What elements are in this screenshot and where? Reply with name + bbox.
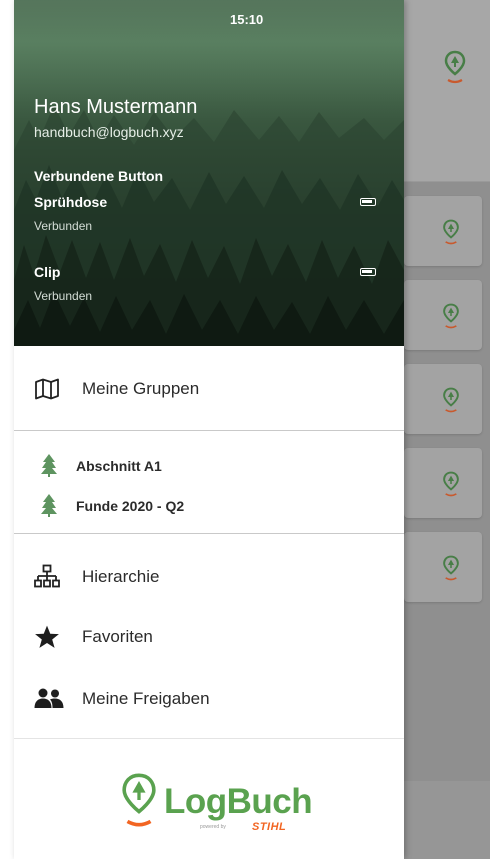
map-pin-icon (442, 555, 460, 586)
menu-item-label: Favoriten (82, 627, 153, 646)
backdrop-card (404, 196, 482, 266)
logo-powered-by: powered by (200, 824, 226, 830)
map-icon (34, 376, 60, 402)
device-status: Verbunden (34, 289, 93, 303)
drawer-header: 15:10 Hans Mustermann handbuch@logbuch.x… (14, 0, 404, 346)
menu-item-meine-freigaben[interactable]: Meine Freigaben (14, 678, 404, 722)
map-pin-icon (442, 303, 460, 334)
map-pin-logo-icon (120, 772, 158, 833)
backdrop-card (404, 532, 482, 602)
group-item-abschnitt-a1[interactable]: Abschnitt A1 (14, 448, 404, 482)
map-pin-icon (442, 387, 460, 418)
menu-item-meine-gruppen[interactable]: Meine Gruppen (14, 364, 404, 414)
connected-buttons-title: Verbundene Button (34, 168, 164, 184)
navigation-drawer: 15:10 Hans Mustermann handbuch@logbuch.x… (14, 0, 404, 859)
device-name[interactable]: Sprühdose (34, 194, 107, 210)
logbuch-logo: LogBuch powered by STIHL (14, 770, 404, 840)
group-item-funde-2020-q2[interactable]: Funde 2020 - Q2 (14, 488, 404, 522)
group-item-label: Funde 2020 - Q2 (76, 498, 185, 514)
device-status: Verbunden (34, 219, 93, 233)
menu-item-label: Meine Freigaben (82, 689, 210, 708)
device-name[interactable]: Clip (34, 264, 60, 280)
backdrop-bottom-bar (404, 781, 490, 859)
tree-icon (36, 452, 62, 478)
backdrop-card (404, 280, 482, 350)
user-email: handbuch@logbuch.xyz (34, 124, 184, 140)
logo-text: LogBuch (164, 782, 313, 821)
star-icon (34, 624, 60, 650)
group-item-label: Abschnitt A1 (76, 458, 162, 474)
divider (14, 533, 404, 534)
menu-item-label: Hierarchie (82, 567, 160, 586)
frame-margin-left (0, 0, 14, 859)
menu-item-favoriten[interactable]: Favoriten (14, 616, 404, 660)
user-name: Hans Mustermann (34, 96, 198, 118)
map-pin-icon (442, 219, 460, 250)
divider (14, 738, 404, 739)
backdrop-card (404, 448, 482, 518)
tree-icon (36, 492, 62, 518)
users-icon (34, 686, 64, 712)
stihl-brand-logo: STIHL (252, 821, 287, 833)
backdrop-overlay[interactable] (404, 0, 490, 859)
menu-item-hierarchie[interactable]: Hierarchie (14, 556, 404, 600)
battery-icon (360, 268, 376, 276)
battery-icon (360, 198, 376, 206)
hierarchy-icon (34, 564, 60, 590)
status-bar-time: 15:10 (230, 12, 264, 27)
map-pin-icon (442, 471, 460, 502)
backdrop-header (404, 0, 490, 182)
menu-item-label: Meine Gruppen (82, 379, 200, 398)
map-pin-icon (444, 50, 466, 89)
frame-margin-right (490, 0, 500, 859)
divider (14, 430, 404, 431)
backdrop-card (404, 364, 482, 434)
